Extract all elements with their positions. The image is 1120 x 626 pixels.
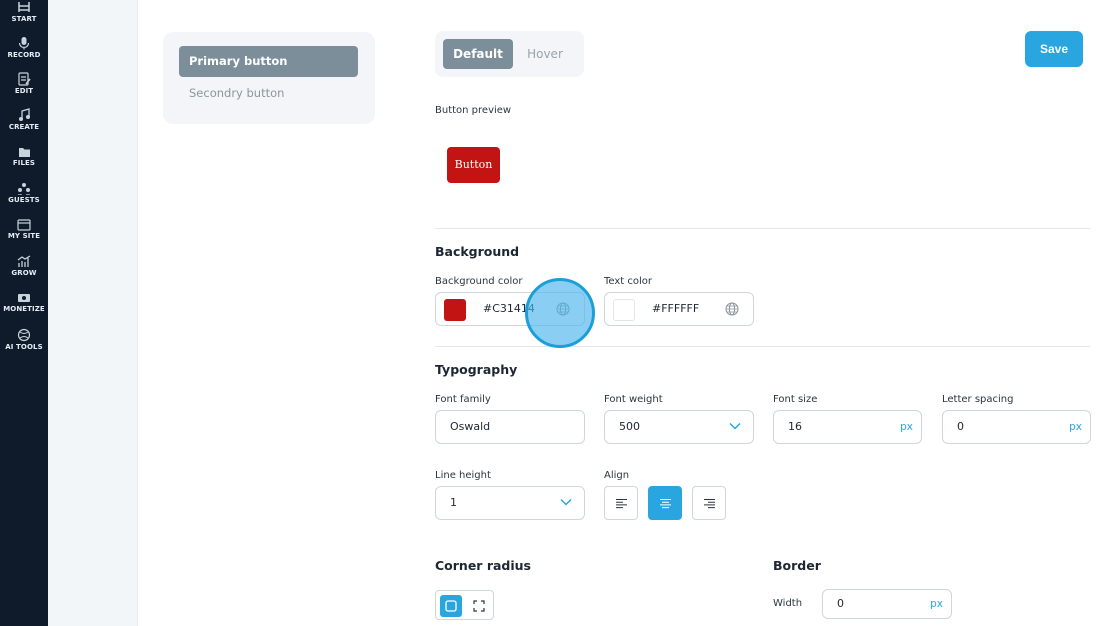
- border-width-label: Width: [773, 598, 803, 609]
- money-icon: [18, 294, 30, 302]
- chart-icon: [17, 255, 31, 267]
- align-right-button[interactable]: [692, 486, 726, 520]
- chevron-down-icon: [560, 498, 572, 506]
- tab-hover[interactable]: Hover: [517, 39, 573, 69]
- sidebar-item-monetize[interactable]: MONETIZE: [0, 292, 48, 313]
- align-right-icon: [704, 499, 715, 509]
- background-color-value: #C31414: [483, 302, 535, 315]
- font-size-label: Font size: [773, 394, 818, 405]
- sidebar-item-grow[interactable]: GROW: [0, 255, 48, 277]
- button-preview-label: Button preview: [435, 105, 512, 116]
- individual-corner-option[interactable]: [468, 595, 490, 617]
- button-type-panel: Primary button Secondry button: [163, 32, 375, 124]
- sidebar-item-start[interactable]: START: [0, 2, 48, 23]
- font-family-label: Font family: [435, 394, 491, 405]
- secondary-button-option[interactable]: Secondry button: [179, 78, 358, 109]
- globe-icon[interactable]: [725, 302, 739, 316]
- sidebar-item-record[interactable]: RECORD: [0, 36, 48, 59]
- divider: [435, 228, 1090, 229]
- letter-spacing-label: Letter spacing: [942, 394, 1014, 405]
- sidebar-item-create[interactable]: CREATE: [0, 108, 48, 131]
- primary-button-option[interactable]: Primary button: [179, 46, 358, 77]
- font-weight-label: Font weight: [604, 394, 663, 405]
- font-size-unit: px: [900, 421, 913, 433]
- ai-globe-icon: [17, 328, 31, 342]
- music-note-icon: [18, 108, 30, 121]
- background-section-title: Background: [435, 244, 520, 259]
- start-icon: [18, 2, 30, 12]
- align-left-button[interactable]: [604, 486, 638, 520]
- text-color-value: #FFFFFF: [652, 302, 700, 315]
- tab-default[interactable]: Default: [443, 39, 513, 69]
- border-title: Border: [773, 558, 821, 573]
- corner-radius-toggle: [435, 590, 494, 620]
- state-tabs: Default Hover: [435, 31, 584, 77]
- microphone-icon: [18, 37, 30, 50]
- align-left-icon: [616, 499, 627, 509]
- font-size-input[interactable]: 16 px: [773, 410, 922, 444]
- expand-corners-icon: [473, 600, 485, 612]
- border-width-unit: px: [930, 598, 943, 610]
- content-gutter: [48, 0, 138, 626]
- folder-icon: [18, 148, 30, 157]
- typography-section-title: Typography: [435, 362, 518, 377]
- line-height-select[interactable]: 1: [435, 486, 585, 520]
- font-weight-select[interactable]: 500: [604, 410, 754, 444]
- users-icon: [18, 183, 30, 195]
- text-color-label: Text color: [604, 276, 653, 287]
- chevron-down-icon: [729, 422, 741, 430]
- rounded-square-icon: [445, 600, 457, 612]
- sidebar-item-edit[interactable]: EDIT: [0, 72, 48, 95]
- background-color-swatch[interactable]: [444, 299, 466, 321]
- background-color-label: Background color: [435, 276, 523, 287]
- align-center-button[interactable]: [648, 486, 682, 520]
- browser-icon: [17, 219, 31, 231]
- main-sidebar: START RECORD EDIT CREATE FILES GUESTS MY…: [0, 0, 48, 626]
- rounded-corner-option[interactable]: [440, 595, 462, 617]
- border-width-input[interactable]: 0 px: [822, 589, 952, 619]
- corner-radius-title: Corner radius: [435, 558, 531, 573]
- sidebar-item-my-site[interactable]: MY SITE: [0, 219, 48, 240]
- letter-spacing-unit: px: [1069, 421, 1082, 433]
- save-button[interactable]: Save: [1025, 31, 1083, 67]
- background-color-field[interactable]: #C31414: [435, 292, 585, 326]
- line-height-label: Line height: [435, 470, 491, 481]
- edit-icon: [17, 72, 31, 86]
- sidebar-item-ai-tools[interactable]: AI TOOLS: [0, 328, 48, 351]
- globe-icon[interactable]: [556, 302, 570, 316]
- button-preview: Button: [447, 147, 500, 183]
- text-color-swatch[interactable]: [613, 299, 635, 321]
- align-label: Align: [604, 470, 630, 481]
- sidebar-item-guests[interactable]: GUESTS: [0, 182, 48, 204]
- align-center-icon: [660, 499, 671, 509]
- sidebar-item-files[interactable]: FILES: [0, 145, 48, 167]
- letter-spacing-input[interactable]: 0 px: [942, 410, 1091, 444]
- text-color-field[interactable]: #FFFFFF: [604, 292, 754, 326]
- divider: [435, 346, 1090, 347]
- font-family-input[interactable]: Oswald: [435, 410, 585, 444]
